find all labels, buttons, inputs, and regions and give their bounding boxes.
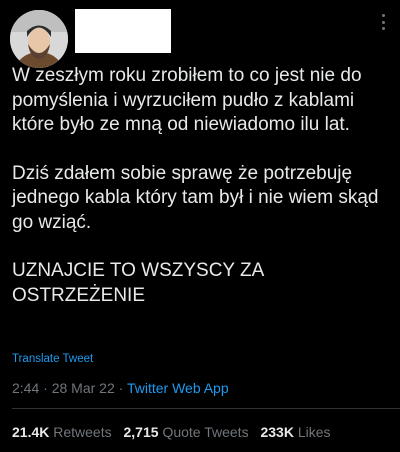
- tweet-date[interactable]: 28 Mar 22: [52, 380, 115, 396]
- tweet-meta: 2:44 · 28 Mar 22 · Twitter Web App: [12, 380, 229, 396]
- divider: [12, 408, 400, 409]
- more-vertical-icon[interactable]: [380, 14, 386, 30]
- meta-separator: ·: [118, 380, 124, 396]
- tweet-paragraph: Dziś zdałem sobie sprawę że potrzebuję j…: [12, 162, 379, 233]
- quote-tweets-count: 2,715: [123, 424, 159, 440]
- translate-tweet-link[interactable]: Translate Tweet: [12, 353, 93, 365]
- tweet-stats: 21.4K Retweets 2,715 Quote Tweets 233K L…: [12, 424, 339, 440]
- likes-count: 233K: [260, 424, 294, 440]
- tweet-paragraph: UZNAJCIE TO WSZYSCY ZA OSTRZEŻENIE: [12, 260, 264, 306]
- likes-stat[interactable]: 233K Likes: [260, 424, 330, 440]
- tweet-time[interactable]: 2:44: [12, 380, 39, 396]
- likes-label: Likes: [297, 424, 331, 440]
- tweet-text: W zeszłym roku zrobiłem to co jest nie d…: [12, 64, 398, 308]
- avatar[interactable]: [10, 10, 68, 68]
- retweets-stat[interactable]: 21.4K Retweets: [12, 424, 116, 440]
- retweets-label: Retweets: [53, 424, 112, 440]
- tweet-source-app-link[interactable]: Twitter Web App: [127, 380, 229, 396]
- meta-separator: ·: [43, 380, 48, 396]
- avatar-image: [10, 10, 68, 68]
- redacted-name-block: [75, 9, 171, 53]
- tweet-paragraph: W zeszłym roku zrobiłem to co jest nie d…: [12, 65, 362, 135]
- quote-tweets-stat[interactable]: 2,715 Quote Tweets: [124, 424, 253, 440]
- quote-tweets-label: Quote Tweets: [162, 424, 249, 440]
- retweets-count: 21.4K: [12, 424, 50, 440]
